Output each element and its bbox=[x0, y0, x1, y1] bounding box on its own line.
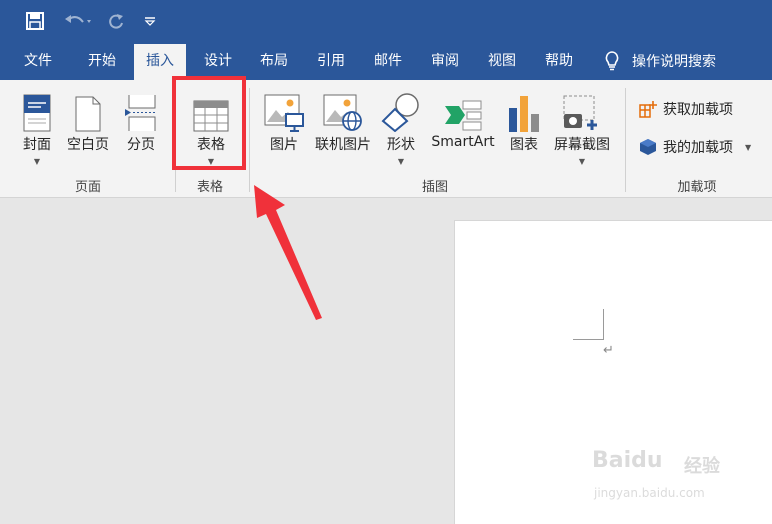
tab-insert[interactable]: 插入 bbox=[134, 44, 186, 80]
shapes-button[interactable]: 形状 ▼ bbox=[380, 88, 422, 166]
online-pictures-label: 联机图片 bbox=[315, 137, 371, 153]
cover-page-icon bbox=[23, 88, 51, 132]
tab-layout[interactable]: 布局 bbox=[248, 42, 300, 80]
tab-references[interactable]: 引用 bbox=[305, 42, 357, 80]
chart-button[interactable]: 图表 bbox=[504, 88, 544, 154]
undo-icon[interactable] bbox=[58, 8, 98, 34]
cover-page-button[interactable]: 封面 ▼ bbox=[16, 88, 58, 166]
lightbulb-icon bbox=[605, 51, 619, 71]
save-icon[interactable] bbox=[22, 8, 48, 34]
tab-home[interactable]: 开始 bbox=[76, 42, 128, 80]
online-picture-icon bbox=[323, 88, 363, 132]
margin-corner-mark bbox=[573, 339, 604, 340]
get-addins-button[interactable]: 获取加载项 bbox=[639, 99, 733, 119]
watermark-brand: Baidu bbox=[592, 448, 663, 473]
tab-file[interactable]: 文件 bbox=[12, 42, 64, 80]
chevron-down-icon: ▼ bbox=[578, 157, 586, 166]
shapes-icon bbox=[381, 88, 421, 132]
highlight-box bbox=[172, 76, 246, 170]
redo-icon[interactable] bbox=[104, 8, 128, 34]
chevron-down-icon: ▼ bbox=[397, 157, 405, 166]
chart-label: 图表 bbox=[510, 137, 538, 153]
title-bar bbox=[0, 0, 772, 42]
tab-mailings[interactable]: 邮件 bbox=[362, 42, 414, 80]
tab-view[interactable]: 视图 bbox=[476, 42, 528, 80]
smartart-button[interactable]: SmartArt bbox=[428, 88, 498, 150]
illustrations-group-label: 插图 bbox=[421, 180, 448, 195]
my-addins-button[interactable]: 我的加载项 ▼ bbox=[639, 137, 751, 157]
tab-review[interactable]: 审阅 bbox=[419, 42, 471, 80]
page-break-label: 分页 bbox=[127, 137, 155, 153]
blank-page-button[interactable]: 空白页 bbox=[62, 88, 114, 154]
cover-page-label: 封面 bbox=[23, 137, 51, 153]
customize-icon[interactable] bbox=[140, 8, 160, 34]
my-addins-label: 我的加载项 bbox=[663, 140, 733, 156]
chevron-down-icon: ▼ bbox=[33, 157, 41, 166]
tab-help[interactable]: 帮助 bbox=[533, 42, 585, 80]
table-group-label: 表格 bbox=[196, 180, 223, 195]
tell-me-search[interactable]: 操作说明搜索 bbox=[604, 42, 716, 80]
shapes-label: 形状 bbox=[387, 137, 415, 153]
addins-group-label: 加载项 bbox=[677, 180, 717, 195]
paragraph-mark: ↵ bbox=[603, 343, 614, 358]
chart-icon bbox=[506, 88, 542, 132]
pictures-button[interactable]: 图片 bbox=[262, 88, 306, 154]
tell-me-label: 操作说明搜索 bbox=[632, 54, 716, 70]
screenshot-label: 屏幕截图 bbox=[554, 137, 610, 153]
picture-icon bbox=[264, 88, 304, 132]
screenshot-button[interactable]: 屏幕截图 ▼ bbox=[550, 88, 614, 166]
group-divider bbox=[249, 88, 250, 192]
watermark-suffix: 经验 bbox=[684, 456, 720, 477]
addin-cube-icon bbox=[640, 139, 656, 155]
screenshot-icon bbox=[562, 88, 602, 132]
margin-corner-mark bbox=[603, 309, 604, 339]
blank-page-icon bbox=[75, 88, 101, 132]
pictures-label: 图片 bbox=[270, 137, 298, 153]
pages-group-label: 页面 bbox=[74, 180, 101, 195]
tab-design[interactable]: 设计 bbox=[192, 42, 244, 80]
smartart-icon bbox=[443, 88, 483, 132]
ribbon-insert: 封面 ▼ 空白页 分页 页面 表格 ▼ 表格 图片 联机图片 形状 ▼ Smar… bbox=[0, 80, 772, 198]
watermark-url: jingyan.baidu.com bbox=[594, 486, 705, 500]
blank-page-label: 空白页 bbox=[67, 137, 109, 153]
group-divider bbox=[625, 88, 626, 192]
get-addins-label: 获取加载项 bbox=[663, 102, 733, 118]
smartart-label: SmartArt bbox=[431, 134, 495, 150]
page-break-button[interactable]: 分页 bbox=[120, 88, 162, 154]
page-break-icon bbox=[125, 88, 157, 132]
store-icon bbox=[639, 101, 657, 118]
online-pictures-button[interactable]: 联机图片 bbox=[310, 88, 376, 154]
watermark: Baidu 经验 jingyan.baidu.com bbox=[592, 440, 742, 510]
chevron-down-icon[interactable]: ▼ bbox=[745, 143, 751, 152]
